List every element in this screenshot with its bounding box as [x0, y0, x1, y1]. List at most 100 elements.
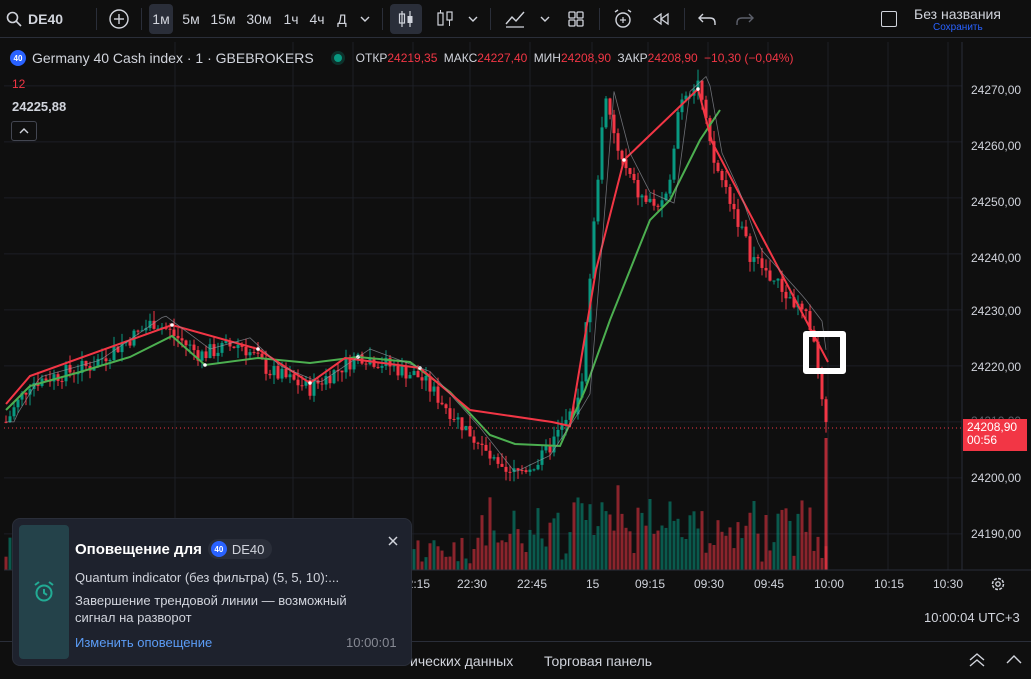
candle-body — [608, 98, 612, 115]
candle-body — [540, 450, 544, 465]
indicators-dropdown[interactable] — [536, 4, 554, 34]
volume-bar — [740, 538, 744, 570]
chevron-up-icon — [19, 128, 29, 134]
chart-type-dropdown[interactable] — [464, 4, 482, 34]
volume-bar — [508, 533, 512, 570]
edit-alert-link[interactable]: Изменить оповещение — [75, 635, 212, 650]
interval-5m[interactable]: 5м — [178, 4, 204, 34]
save-status[interactable]: Сохранить — [933, 22, 1026, 33]
candle-body — [596, 179, 600, 222]
close-alert-button[interactable] — [385, 533, 401, 549]
candle-body — [136, 330, 140, 332]
alert-button[interactable] — [609, 4, 637, 34]
volume-bar — [680, 537, 684, 570]
candle-body — [616, 133, 620, 151]
volume-bar — [472, 549, 476, 570]
interval-15m[interactable]: 15м — [208, 4, 238, 34]
interval-1h[interactable]: 1ч — [280, 4, 302, 34]
volume-bar — [420, 561, 424, 570]
close-panel-button[interactable] — [1005, 652, 1023, 671]
layout-select-checkbox[interactable] — [881, 11, 897, 27]
alert-notification[interactable]: Оповещение для 40 DE40 Quantum indicator… — [12, 518, 412, 666]
candle-body — [416, 371, 420, 378]
volume-bar — [744, 525, 748, 570]
volume-bar — [812, 550, 816, 570]
volume-bar — [488, 497, 492, 570]
volume-bar — [552, 518, 556, 570]
volume-bar — [808, 507, 812, 570]
alert-time: 10:00:01 — [346, 635, 397, 650]
volume-bar — [588, 504, 592, 570]
interval-30m[interactable]: 30м — [244, 4, 274, 34]
volume-bar — [468, 563, 472, 570]
indicators-button[interactable] — [500, 4, 530, 34]
volume-bar — [772, 542, 776, 570]
volume-bar — [608, 514, 612, 570]
candle-body — [644, 195, 648, 202]
redo-button[interactable] — [732, 4, 758, 34]
candle-body — [312, 380, 316, 396]
volume-bar — [432, 540, 436, 570]
volume-bar — [480, 515, 484, 570]
volume-bar — [684, 539, 688, 570]
interval-4h[interactable]: 4ч — [306, 4, 328, 34]
compare-add-symbol-button[interactable] — [106, 4, 132, 34]
volume-bar — [628, 531, 632, 570]
chart-settings-button[interactable] — [990, 576, 1006, 595]
candles-chart-type-button[interactable] — [390, 4, 422, 34]
candle-body — [424, 375, 428, 381]
candle-body — [716, 162, 720, 172]
volume-bar — [584, 519, 588, 570]
candle-body — [444, 404, 448, 409]
maximize-panel-button[interactable] — [968, 652, 986, 671]
time-zone-clock[interactable]: 10:00:04 UTC+3 — [924, 610, 1020, 625]
layouts-button[interactable] — [563, 4, 589, 34]
interval-dropdown[interactable] — [356, 4, 374, 34]
chart-legend: 40 Germany 40 Cash index · 1 · GBEBROKER… — [10, 50, 796, 66]
alert-message: Завершение трендовой линии — возможный с… — [75, 593, 347, 625]
volume-bar — [580, 503, 584, 570]
symbol-title[interactable]: Germany 40 Cash index · 1 · GBEBROKERS — [32, 50, 314, 66]
bar-chart-type-button[interactable] — [433, 4, 457, 34]
highlight-box — [803, 331, 846, 374]
price-tick: 24230,00 — [971, 304, 1022, 318]
replay-button[interactable] — [648, 4, 674, 34]
volume-bar — [640, 512, 644, 570]
volume-bar — [764, 514, 768, 570]
indicator-value: 24225,88 — [12, 99, 67, 114]
volume-bar — [464, 558, 468, 570]
candle-body — [252, 352, 256, 354]
candle-body — [292, 374, 296, 380]
candle-body — [472, 436, 476, 443]
volume-bar — [444, 556, 448, 570]
low-value: 24208,90 — [560, 51, 612, 65]
candle-body — [788, 297, 792, 299]
candle-body — [524, 470, 528, 472]
symbol-search[interactable]: DE40 — [6, 4, 63, 34]
candle-body — [300, 385, 304, 387]
candle-body — [728, 186, 732, 204]
candle-body — [620, 150, 624, 160]
interval-day[interactable]: Д — [333, 4, 351, 34]
candle-body — [720, 171, 724, 181]
candle-body — [440, 402, 444, 405]
tab-trading-panel[interactable]: Торговая панель — [544, 653, 652, 669]
interval-1m[interactable]: 1м — [149, 4, 173, 34]
tab-historical-data[interactable]: ических данных — [410, 653, 513, 669]
price-tick: 24190,00 — [971, 527, 1022, 541]
volume-bar — [816, 536, 820, 570]
candles-icon — [398, 11, 413, 27]
alert-symbol-chip[interactable]: 40 DE40 — [207, 539, 273, 559]
divider — [599, 8, 600, 30]
gear-icon — [991, 577, 1005, 591]
candle-body — [748, 236, 752, 262]
alert-condition: Quantum indicator (без фильтра) (5, 5, 1… — [75, 570, 340, 585]
undo-button[interactable] — [694, 4, 720, 34]
collapse-legend-button[interactable] — [11, 121, 37, 141]
layout-title-block[interactable]: Без названия Сохранить — [914, 6, 1026, 33]
volume-bar — [672, 520, 676, 570]
candle-body — [60, 380, 64, 382]
candle-body — [604, 98, 608, 128]
market-status-dot[interactable] — [333, 54, 342, 62]
time-tick: 22:45 — [517, 577, 548, 591]
